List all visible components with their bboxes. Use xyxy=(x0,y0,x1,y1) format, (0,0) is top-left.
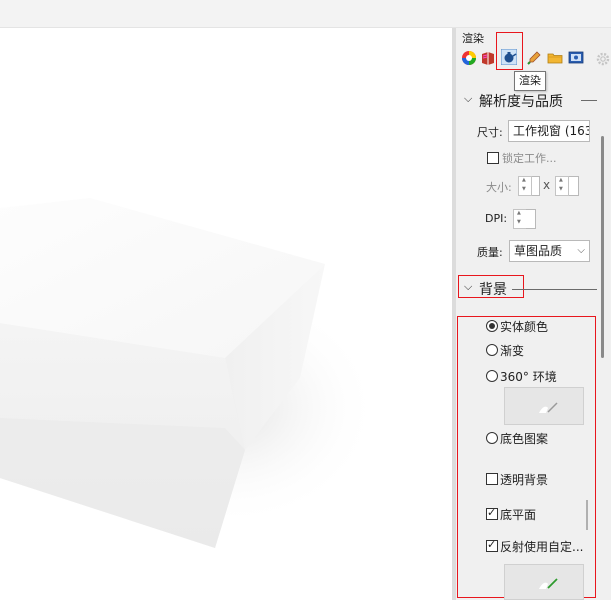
section-divider xyxy=(512,289,597,290)
option-label: 底色图案 xyxy=(500,432,549,446)
radio-wallpaper[interactable] xyxy=(486,432,498,444)
reflection-label: 反射使用自定... xyxy=(500,540,584,554)
environment-swatch[interactable] xyxy=(504,387,584,425)
lock-checkbox[interactable] xyxy=(487,152,499,164)
section-divider xyxy=(581,100,597,101)
size-label: 尺寸: xyxy=(477,126,503,139)
help-monitor-icon[interactable] xyxy=(568,50,584,66)
settings-gear-icon[interactable] xyxy=(595,51,611,67)
render-teapot-icon[interactable] xyxy=(501,49,517,65)
panel-scrollbar-thumb[interactable] xyxy=(601,136,604,358)
reflection-checkbox[interactable]: ✓ xyxy=(486,538,498,552)
height-input[interactable] xyxy=(569,176,579,196)
option-label: 实体颜色 xyxy=(500,320,549,334)
dims-separator: x xyxy=(543,178,551,192)
radio-gradient[interactable] xyxy=(486,344,498,356)
size-dropdown[interactable]: 工作视窗 (163 xyxy=(508,120,590,142)
edit-pen-icon xyxy=(539,578,558,589)
quality-label: 质量: xyxy=(477,246,503,259)
chevron-down-icon: ⌵ xyxy=(464,280,473,293)
chevron-down-icon: ⌵ xyxy=(577,245,585,256)
section-title: 解析度与品质 xyxy=(479,94,563,110)
width-input[interactable] xyxy=(532,176,540,196)
option-label: 渐变 xyxy=(500,344,525,358)
height-spinner[interactable] xyxy=(555,176,569,196)
transparent-label: 透明背景 xyxy=(500,473,549,487)
dropper-icon[interactable] xyxy=(526,50,542,66)
section-title: 背景 xyxy=(479,282,507,298)
material-book-icon[interactable] xyxy=(480,50,496,66)
background-options-highlight xyxy=(457,316,596,598)
section-header-background[interactable]: ⌵ 背景 xyxy=(462,279,597,299)
checkmark-icon: ✓ xyxy=(487,538,497,551)
reflection-swatch[interactable] xyxy=(504,564,584,600)
section-header-resolution[interactable]: ⌵ 解析度与品质 xyxy=(462,91,597,111)
color-wheel-icon[interactable] xyxy=(461,50,477,66)
panel-title: 渲染 xyxy=(462,32,484,45)
width-spinner[interactable] xyxy=(518,176,532,196)
inner-scrollbar-thumb[interactable] xyxy=(586,500,588,530)
rendered-cube xyxy=(0,198,380,548)
quality-value: 草图品质 xyxy=(514,244,563,258)
option-label: 360° 环境 xyxy=(500,370,557,384)
dpi-spinner[interactable] xyxy=(513,209,527,229)
render-viewport[interactable] xyxy=(0,28,452,600)
chevron-down-icon: ⌵ xyxy=(464,92,473,105)
ground-plane-checkbox[interactable]: ✓ xyxy=(486,506,498,520)
edit-pen-icon xyxy=(539,402,558,413)
tooltip-text: 渲染 xyxy=(519,74,541,87)
lock-label: 锁定工作... xyxy=(502,152,557,165)
dpi-label: DPI: xyxy=(485,212,508,225)
top-toolbar-strip xyxy=(0,0,611,28)
quality-dropdown[interactable]: 草图品质 ⌵ xyxy=(509,240,590,262)
checkmark-icon: ✓ xyxy=(487,506,497,519)
dpi-input[interactable] xyxy=(526,209,536,229)
ground-plane-label: 底平面 xyxy=(500,508,537,522)
folder-icon[interactable] xyxy=(547,50,563,66)
tooltip: 渲染 xyxy=(514,71,546,91)
radio-solid-color[interactable] xyxy=(486,320,498,332)
radio-360-environment[interactable] xyxy=(486,370,498,382)
render-properties-panel: 渲染 渲染 ⌵ 解析度与品质 尺寸: 工作视窗 (163 锁定工作... 大小:… xyxy=(456,28,611,600)
transparent-checkbox[interactable] xyxy=(486,473,498,485)
dims-label: 大小: xyxy=(486,181,512,194)
